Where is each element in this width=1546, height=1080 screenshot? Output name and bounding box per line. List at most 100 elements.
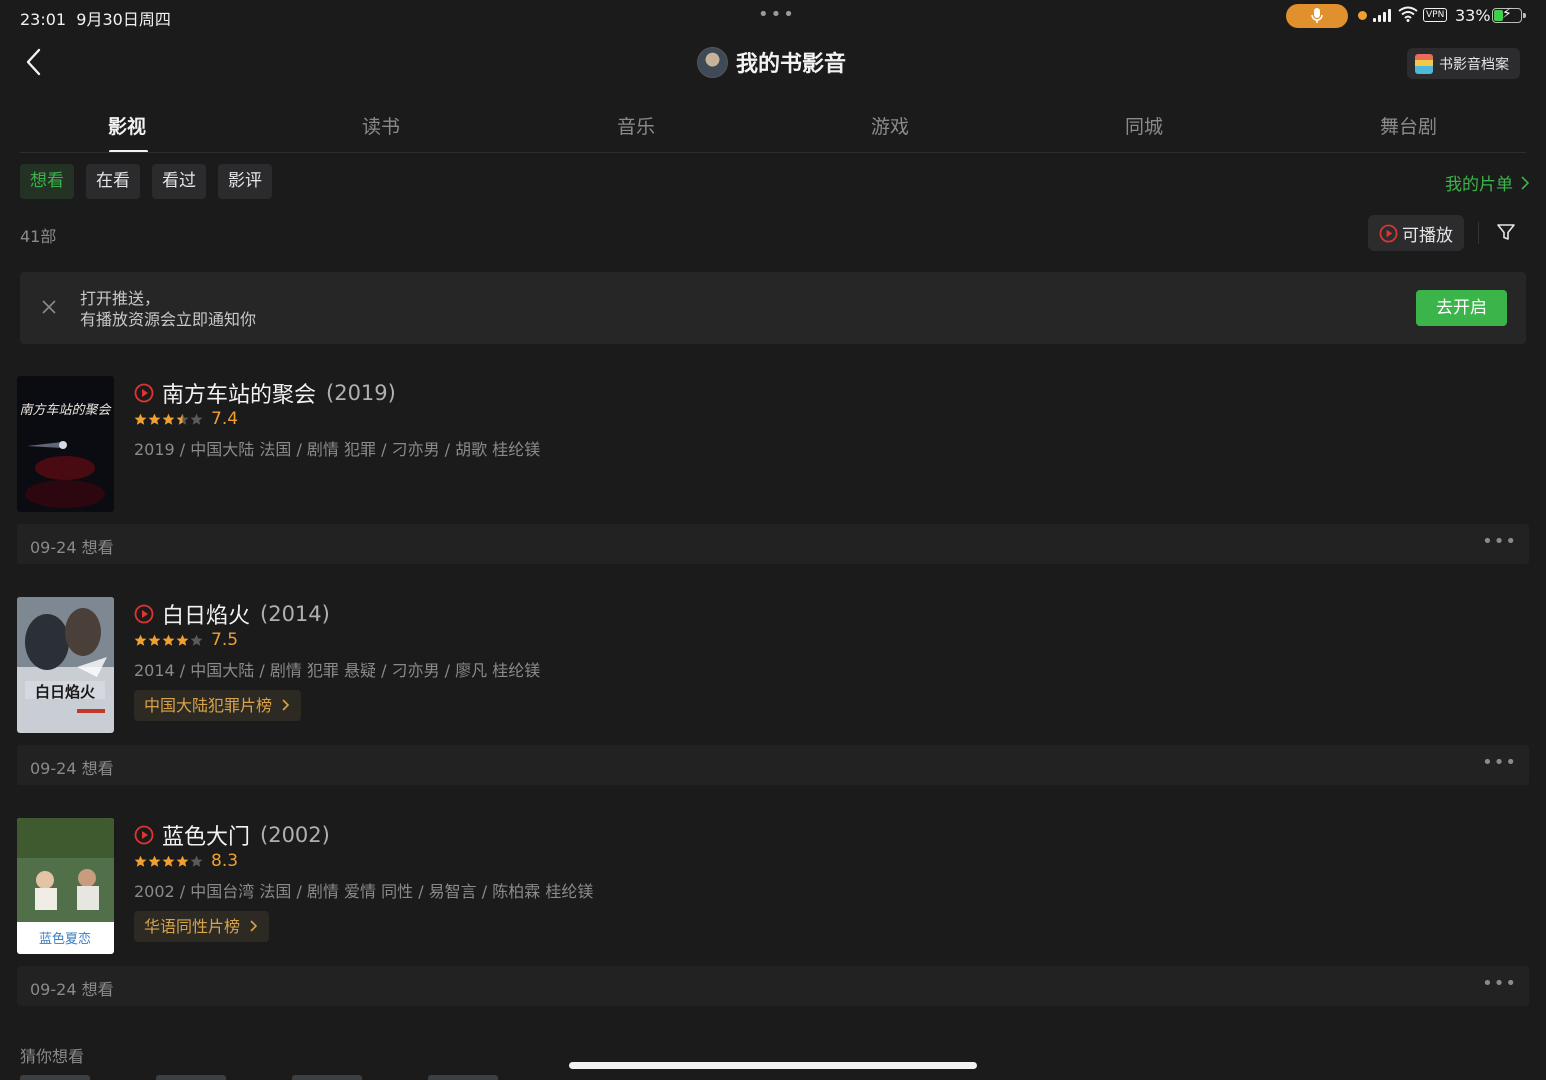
close-icon[interactable] xyxy=(40,298,58,316)
star-rating xyxy=(134,634,203,647)
status-bar: 23:01 9月30日周四 ••• VPN 33% ⚡ xyxy=(0,0,1546,32)
movie-poster[interactable]: 白日焰火 xyxy=(17,597,114,733)
ranking-tag[interactable]: 华语同性片榜 xyxy=(134,911,270,942)
archive-label: 书影音档案 xyxy=(1439,56,1509,73)
star-icon xyxy=(162,634,175,646)
recommend-thumb[interactable] xyxy=(428,1075,498,1080)
archive-icon xyxy=(1415,53,1433,74)
movie-year: (2002) xyxy=(260,823,330,847)
status-time: 23:01 9月30日周四 xyxy=(20,10,171,29)
movie-meta: 2002 / 中国台湾 法国 / 剧情 爱情 同性 / 易智言 / 陈柏霖 桂纶… xyxy=(134,882,594,901)
movie-meta: 2014 / 中国大陆 / 剧情 犯罪 悬疑 / 刁亦男 / 廖凡 桂纶镁 xyxy=(134,661,541,680)
chevron-right-icon xyxy=(1521,176,1530,190)
item-count: 41部 xyxy=(20,227,57,246)
ranking-tag[interactable]: 中国大陆犯罪片榜 xyxy=(134,690,302,721)
more-icon[interactable]: ••• xyxy=(1482,973,1517,994)
play-circle-icon xyxy=(1379,224,1398,242)
recommend-thumb[interactable] xyxy=(156,1075,226,1080)
my-list-label: 我的片单 xyxy=(1445,175,1513,195)
poster-image-3: 蓝色夏恋 xyxy=(17,818,114,954)
recommend-thumb[interactable] xyxy=(20,1075,90,1080)
movie-title[interactable]: 南方车站的聚会 xyxy=(162,377,316,409)
mic-indicator-icon xyxy=(1286,4,1348,28)
home-indicator[interactable] xyxy=(569,1062,977,1069)
push-text-line1: 打开推送， xyxy=(80,289,161,308)
poster-image-1: 南方车站的聚会 xyxy=(17,376,114,512)
movie-title-row: 白日焰火 (2014) xyxy=(134,598,330,630)
movie-title[interactable]: 白日焰火 xyxy=(162,598,250,630)
avatar[interactable] xyxy=(697,46,728,78)
push-text-line2: 有播放资源会立即通知你 xyxy=(80,310,257,329)
movie-poster[interactable]: 南方车站的聚会 xyxy=(17,376,114,512)
movie-title[interactable]: 蓝色大门 xyxy=(162,819,250,851)
rating-row: 7.4 xyxy=(134,409,238,429)
star-icon xyxy=(148,634,161,646)
star-icon xyxy=(134,634,147,646)
tab-music[interactable]: 音乐 xyxy=(617,112,655,139)
star-icon xyxy=(148,413,161,425)
vpn-badge: VPN xyxy=(1423,8,1448,22)
ranking-label: 华语同性片榜 xyxy=(144,917,241,936)
push-text: 打开推送， 有播放资源会立即通知你 xyxy=(80,288,256,330)
poster-title-2: 白日焰火 xyxy=(35,683,96,701)
rating-score: 8.3 xyxy=(211,851,239,871)
rating-score: 7.5 xyxy=(211,630,239,650)
movie-title-row: 蓝色大门 (2002) xyxy=(134,819,330,851)
cellular-signal-icon xyxy=(1373,9,1391,22)
star-icon xyxy=(190,413,203,425)
tab-film[interactable]: 影视 xyxy=(108,112,146,139)
movie-poster[interactable]: 蓝色夏恋 xyxy=(17,818,114,954)
play-circle-icon xyxy=(134,825,154,845)
playable-filter-button[interactable]: 可播放 xyxy=(1368,215,1464,251)
battery-icon: ⚡ xyxy=(1492,6,1526,23)
wifi-icon xyxy=(1398,6,1418,22)
push-notification-banner: 打开推送， 有播放资源会立即通知你 去开启 xyxy=(20,272,1526,344)
movie-meta: 2019 / 中国大陆 法国 / 剧情 犯罪 / 刁亦男 / 胡歌 桂纶镁 xyxy=(134,440,541,459)
star-icon xyxy=(134,413,147,425)
section-title: 猜你想看 xyxy=(20,1047,85,1066)
playable-label: 可播放 xyxy=(1402,225,1453,246)
more-icon[interactable]: ••• xyxy=(1482,752,1517,773)
subtab-want[interactable]: 想看 xyxy=(20,164,74,199)
star-icon xyxy=(190,855,203,867)
marked-date: 09-24 想看 xyxy=(30,980,114,999)
star-icon xyxy=(162,413,175,425)
back-button[interactable] xyxy=(18,44,48,80)
ranking-label: 中国大陆犯罪片榜 xyxy=(144,696,273,715)
star-rating xyxy=(134,855,203,868)
star-icon xyxy=(134,855,147,867)
chevron-right-icon xyxy=(250,920,258,932)
divider xyxy=(20,152,1526,153)
poster-title-3: 蓝色夏恋 xyxy=(39,931,91,947)
recommend-thumb[interactable] xyxy=(292,1075,362,1080)
tab-games[interactable]: 游戏 xyxy=(871,112,909,139)
play-circle-icon xyxy=(134,604,154,624)
my-list-link[interactable]: 我的片单 xyxy=(1445,170,1530,195)
more-icon[interactable]: ••• xyxy=(1482,531,1517,552)
subtab-watching[interactable]: 在看 xyxy=(86,164,140,199)
subtab-watched[interactable]: 看过 xyxy=(152,164,206,199)
filter-icon[interactable] xyxy=(1496,222,1516,242)
movie-title-row: 南方车站的聚会 (2019) xyxy=(134,377,396,409)
rating-row: 8.3 xyxy=(134,851,238,871)
category-tabs: 影视 读书 音乐 游戏 同城 舞台剧 xyxy=(0,108,1546,153)
multitask-dots-icon[interactable]: ••• xyxy=(758,4,796,25)
subtab-reviews[interactable]: 影评 xyxy=(218,164,272,199)
poster-image-2: 白日焰火 xyxy=(17,597,114,733)
star-icon xyxy=(176,634,189,646)
movie-year: (2014) xyxy=(260,602,330,626)
page-title-wrap: 我的书影音 xyxy=(697,46,846,78)
tab-local[interactable]: 同城 xyxy=(1125,112,1163,139)
battery-percent: 33% xyxy=(1455,6,1491,25)
chevron-left-icon xyxy=(26,48,41,76)
star-icon xyxy=(162,855,175,867)
star-icon xyxy=(176,413,189,425)
tab-stage[interactable]: 舞台剧 xyxy=(1380,112,1437,139)
rating-score: 7.4 xyxy=(211,409,239,429)
archive-button[interactable]: 书影音档案 xyxy=(1407,48,1520,79)
item-footer: 09-24 想看 ••• xyxy=(17,966,1529,1006)
movie-year: (2019) xyxy=(326,381,396,405)
item-footer: 09-24 想看 ••• xyxy=(17,524,1529,564)
enable-push-button[interactable]: 去开启 xyxy=(1416,290,1507,326)
tab-books[interactable]: 读书 xyxy=(362,112,400,139)
